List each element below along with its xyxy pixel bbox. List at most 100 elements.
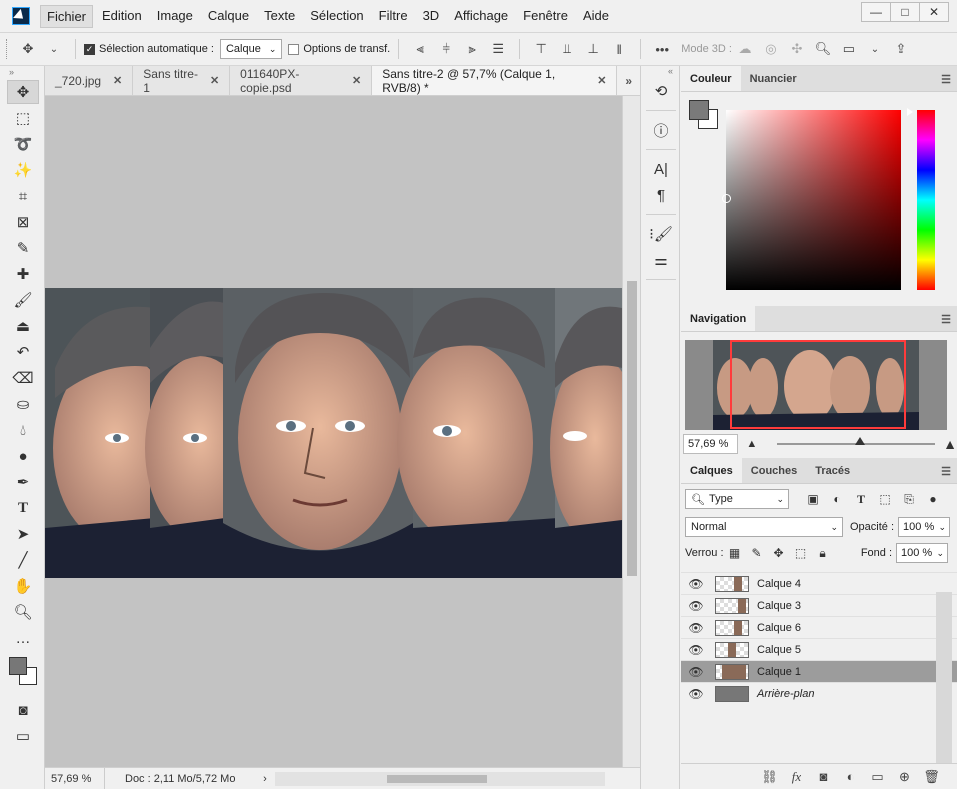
align-right-icon[interactable]: ⫸ — [462, 39, 482, 59]
document-tab[interactable]: Sans titre-2 @ 57,7% (Calque 1, RVB/8) *… — [372, 66, 618, 95]
auto-select-target-select[interactable]: Calque ⌄ — [219, 39, 283, 59]
horizontal-scrollbar[interactable] — [275, 771, 605, 786]
close-button[interactable]: ✕ — [919, 2, 949, 22]
document-image[interactable] — [45, 288, 622, 578]
menu-item[interactable]: Aide — [577, 5, 615, 28]
crop-tool-icon[interactable]: ⌗ — [7, 184, 39, 208]
more-options-icon[interactable]: ••• — [652, 39, 672, 59]
new-layer-icon[interactable]: ⊕ — [891, 769, 918, 785]
filter-pixel-icon[interactable]: ▣ — [801, 492, 825, 506]
filter-toggle-icon[interactable]: ● — [921, 492, 945, 506]
visibility-eye-icon[interactable]: 👁︎ — [681, 621, 711, 635]
more-tools-icon[interactable]: … — [7, 626, 39, 650]
search-icon[interactable]: 🔍︎ — [813, 39, 833, 59]
lock-transparency-icon[interactable]: ▦ — [724, 546, 746, 560]
visibility-eye-icon[interactable]: 👁︎ — [681, 577, 711, 591]
document-tab[interactable]: Sans titre-1 ✕ — [133, 66, 231, 95]
navigation-thumbnail[interactable] — [685, 340, 947, 430]
history-panel-icon[interactable]: ⟲ — [641, 78, 681, 104]
tab-navigation[interactable]: Navigation — [681, 306, 756, 331]
roll-3d-icon[interactable]: ◎ — [761, 39, 781, 59]
menu-item[interactable]: Filtre — [373, 5, 414, 28]
move-tool-icon[interactable]: ✥ — [18, 39, 38, 59]
tab-couleur[interactable]: Couleur — [681, 66, 741, 91]
vertical-scrollbar-thumb[interactable] — [627, 281, 637, 576]
menu-item[interactable]: Calque — [202, 5, 255, 28]
menu-item[interactable]: Fenêtre — [517, 5, 574, 28]
new-group-icon[interactable]: ▭ — [864, 769, 891, 785]
menu-item[interactable]: Affichage — [448, 5, 514, 28]
visibility-eye-icon[interactable]: 👁︎ — [681, 643, 711, 657]
paint-bucket-tool-icon[interactable]: ⛀ — [7, 392, 39, 416]
close-tab-icon[interactable]: ✕ — [210, 74, 219, 87]
distribute-horizontal-icon[interactable]: ☰ — [488, 39, 508, 59]
visibility-eye-icon[interactable]: 👁︎ — [681, 687, 711, 701]
vertical-scrollbar[interactable] — [622, 96, 640, 767]
brush-tool-icon[interactable]: 🖌︎ — [7, 288, 39, 312]
blend-mode-select[interactable]: Normal ⌄ — [685, 517, 843, 537]
photoshop-logo-icon[interactable] — [12, 7, 30, 25]
navigation-zoom-field[interactable]: 57,69 % — [683, 434, 739, 454]
tab-nuancier[interactable]: Nuancier — [741, 66, 806, 91]
status-menu-arrow-icon[interactable]: › — [255, 773, 275, 785]
history-brush-tool-icon[interactable]: ↶ — [7, 340, 39, 364]
menu-item[interactable]: Edition — [96, 5, 148, 28]
eraser-tool-icon[interactable]: ⌫ — [7, 366, 39, 390]
color-panel-menu-icon[interactable]: ☰ — [941, 73, 951, 86]
marquee-tool-icon[interactable]: ⬚ — [7, 106, 39, 130]
zoom-in-icon[interactable]: ▲ — [943, 436, 957, 452]
close-tab-icon[interactable]: ✕ — [352, 74, 361, 87]
layers-scrollbar[interactable] — [936, 592, 952, 764]
layer-row[interactable]: 👁︎ Calque 1 — [681, 660, 957, 682]
transform-controls-checkbox[interactable] — [288, 43, 300, 55]
tool-preset-chevron-icon[interactable]: ⌄ — [44, 39, 64, 59]
align-vcenter-icon[interactable]: ⫫ — [557, 39, 577, 59]
zoom-out-icon[interactable]: ▲ — [746, 438, 757, 450]
color-swatches[interactable] — [6, 654, 42, 690]
pan-3d-icon[interactable]: ✣ — [787, 39, 807, 59]
layers-panel-menu-icon[interactable]: ☰ — [941, 465, 951, 478]
menu-item[interactable]: Texte — [258, 5, 301, 28]
status-zoom[interactable]: 57,69 % — [45, 768, 105, 789]
share-icon[interactable]: ⇪ — [891, 39, 911, 59]
healing-tool-icon[interactable]: ✚ — [7, 262, 39, 286]
layer-row[interactable]: 👁︎ Calque 5 — [681, 638, 957, 660]
document-tab[interactable]: 011640PX-copie.psd ✕ — [230, 66, 373, 95]
pen-tool-icon[interactable]: ✒ — [7, 470, 39, 494]
screen-mode-icon[interactable]: ▭ — [7, 724, 39, 748]
options-grip[interactable] — [6, 39, 9, 59]
workspace-chevron-icon[interactable]: ⌄ — [865, 39, 885, 59]
navigation-zoom-slider-thumb[interactable] — [855, 437, 866, 445]
horizontal-scrollbar-thumb[interactable] — [387, 774, 487, 783]
navigation-panel-menu-icon[interactable]: ☰ — [941, 313, 951, 326]
paragraph-panel-icon[interactable]: ¶ — [641, 182, 681, 208]
layer-row[interactable]: 👁︎ Calque 6 — [681, 616, 957, 638]
menu-item[interactable]: Sélection — [304, 5, 369, 28]
align-top-icon[interactable]: ⊤ — [531, 39, 551, 59]
visibility-eye-icon[interactable]: 👁︎ — [681, 599, 711, 613]
lock-artboard-icon[interactable]: ⬚ — [790, 546, 812, 560]
menu-item[interactable]: 3D — [417, 5, 446, 28]
type-tool-icon[interactable]: T — [7, 496, 39, 520]
layer-row[interactable]: 👁︎Arrière-plan🔒︎ — [681, 682, 957, 704]
filter-type-icon[interactable]: T — [849, 492, 873, 507]
menu-item[interactable]: Fichier — [40, 4, 94, 28]
navigation-zoom-slider[interactable] — [777, 437, 936, 445]
distribute-vertical-icon[interactable]: ‖ — [609, 39, 629, 59]
color-picker-marker[interactable] — [722, 194, 731, 203]
zoom-tool-icon[interactable]: 🔍︎ — [7, 600, 39, 624]
layer-row[interactable]: 👁︎ Calque 3 — [681, 594, 957, 616]
tabs-overflow-icon[interactable]: » — [617, 66, 640, 95]
adjustment-layer-icon[interactable]: ◐ — [837, 769, 864, 784]
tab-calques[interactable]: Calques — [681, 458, 742, 483]
move-tool-icon[interactable]: ✥ — [7, 80, 39, 104]
filter-smart-object-icon[interactable]: ⎘ — [897, 492, 921, 507]
color-panel-foreground-swatch[interactable] — [689, 100, 709, 120]
path-select-tool-icon[interactable]: ➤ — [7, 522, 39, 546]
tool-panel-collapse-icon[interactable]: » — [0, 66, 44, 78]
filter-adjustment-icon[interactable]: ◐ — [825, 492, 849, 506]
tab-traces[interactable]: Tracés — [806, 458, 859, 483]
close-tab-icon[interactable]: ✕ — [113, 74, 122, 87]
quick-mask-icon[interactable]: ◙ — [7, 698, 39, 722]
dodge-tool-icon[interactable]: ● — [7, 444, 39, 468]
